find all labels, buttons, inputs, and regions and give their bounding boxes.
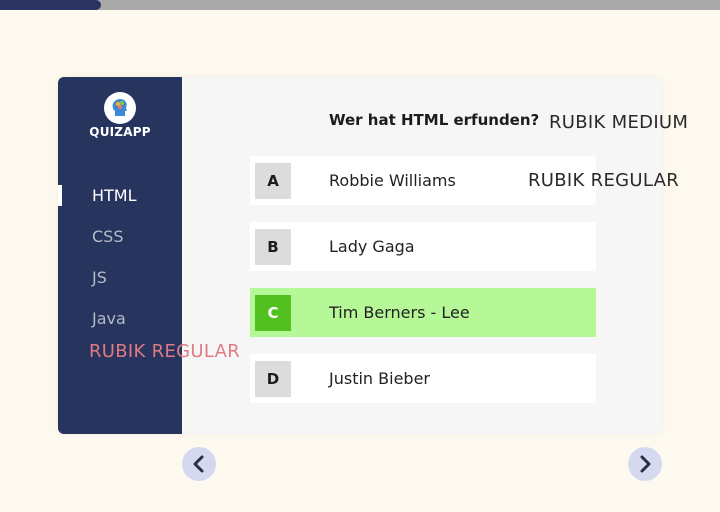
font-annotation-heading: RUBIK MEDIUM xyxy=(549,112,689,133)
font-annotation-answer: RUBIK REGULAR xyxy=(528,170,680,191)
sidebar-item-css[interactable]: CSS xyxy=(92,227,123,247)
font-annotation-sidebar: RUBIK REGULAR xyxy=(89,341,241,362)
answer-option-d[interactable]: D Justin Bieber xyxy=(250,354,596,403)
active-nav-indicator xyxy=(58,185,62,206)
option-text: Tim Berners - Lee xyxy=(329,303,470,322)
progress-bar xyxy=(0,0,720,10)
previous-button[interactable] xyxy=(182,447,216,481)
answer-option-c[interactable]: C Tim Berners - Lee xyxy=(250,288,596,337)
option-letter: C xyxy=(255,295,291,331)
progress-bar-fill xyxy=(0,0,101,10)
sidebar-item-js[interactable]: JS xyxy=(92,268,107,288)
sidebar-item-html[interactable]: HTML xyxy=(92,186,137,206)
answer-option-b[interactable]: B Lady Gaga xyxy=(250,222,596,271)
option-letter: D xyxy=(255,361,291,397)
sidebar-item-java[interactable]: Java xyxy=(92,309,126,329)
option-text: Robbie Williams xyxy=(329,171,456,190)
option-letter: A xyxy=(255,163,291,199)
app-brand: QUIZAPP xyxy=(89,125,151,139)
option-text: Justin Bieber xyxy=(329,369,430,388)
question-text: Wer hat HTML erfunden? xyxy=(329,111,540,129)
next-button[interactable] xyxy=(628,447,662,481)
brain-head-icon xyxy=(104,92,136,124)
option-text: Lady Gaga xyxy=(329,237,415,256)
option-letter: B xyxy=(255,229,291,265)
chevron-right-icon xyxy=(640,455,651,473)
sidebar: QUIZAPP HTML CSS JS Java xyxy=(58,77,182,434)
chevron-left-icon xyxy=(193,455,204,473)
